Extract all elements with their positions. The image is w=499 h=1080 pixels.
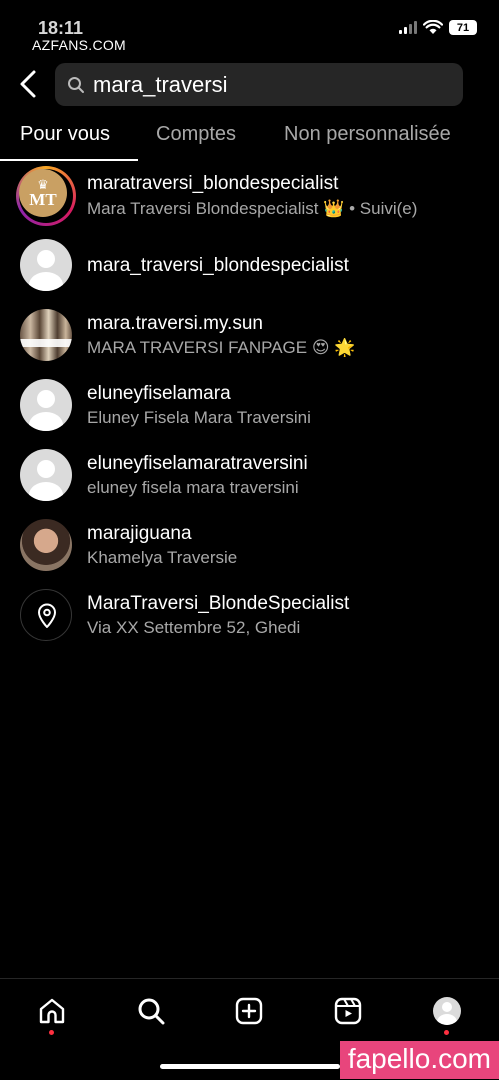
wifi-icon [423,20,443,34]
search-input[interactable] [93,63,453,106]
result-subtitle: Eluney Fisela Mara Traversini [87,408,311,427]
search-icon [138,998,165,1025]
list-item[interactable]: mara.traversi.my.sun MARA TRAVERSI FANPA… [0,309,499,365]
nav-reels-button[interactable] [331,994,365,1028]
home-icon [39,998,65,1024]
home-indicator [160,1064,340,1069]
active-tab-indicator [0,159,138,161]
chevron-left-icon [20,70,36,98]
reels-icon [334,997,362,1025]
result-username: mara.traversi.my.sun [87,313,263,334]
battery-indicator: 71 [449,20,477,35]
cellular-signal-icon [399,21,417,34]
avatar [20,309,72,361]
tab-not-personalized[interactable]: Non personnalisée [284,123,451,146]
notification-dot [444,1030,449,1035]
nav-profile-button[interactable] [430,994,464,1028]
list-item[interactable]: eluneyfiselamaratraversini eluney fisela… [0,449,499,505]
result-subtitle: eluney fisela mara traversini [87,478,299,497]
result-username: marajiguana [87,523,192,544]
search-box[interactable] [55,63,463,106]
location-pin-icon [38,603,56,628]
watermark-bottom: fapello.com [339,1041,499,1079]
result-subtitle: MARA TRAVERSI FANPAGE 😍 🌟 [87,338,356,357]
result-username: mara_traversi_blondespecialist [87,255,349,276]
result-subtitle: Khamelya Traversie [87,548,238,567]
nav-search-button[interactable] [134,994,168,1028]
result-subtitle: Via XX Settembre 52, Ghedi [87,618,301,637]
search-tabs: Pour vous Comptes Non personnalisée [0,113,499,161]
result-subtitle: Mara Traversi Blondespecialist 👑 • Suivi… [87,199,418,218]
tab-accounts[interactable]: Comptes [156,123,236,146]
tab-for-you[interactable]: Pour vous [20,123,110,146]
status-bar: 18:11 AZFANS.COM 71 [0,0,499,56]
list-item[interactable]: mara_traversi_blondespecialist [0,239,499,295]
nav-home-button[interactable] [35,994,69,1028]
avatar [20,449,72,501]
list-item[interactable]: eluneyfiselamara Eluney Fisela Mara Trav… [0,379,499,435]
result-username: eluneyfiselamaratraversini [87,453,308,474]
search-row [0,62,499,106]
search-icon [68,77,84,93]
avatar-logo-text: MT [29,189,57,209]
notification-dot [49,1030,54,1035]
avatar [20,379,72,431]
bottom-divider [0,978,499,979]
create-post-icon [235,997,263,1025]
avatar-banner [20,339,72,347]
location-avatar [20,589,72,641]
result-username: eluneyfiselamara [87,383,231,404]
back-button[interactable] [14,66,44,102]
watermark-top: AZFANS.COM [32,37,127,53]
story-ring: ♛ MT [16,166,76,226]
avatar [20,519,72,571]
status-time: 18:11 [38,18,84,38]
status-icons: 71 [399,20,477,35]
result-username: maratraversi_blondespecialist [87,173,339,194]
bottom-nav [0,980,499,1050]
avatar [20,239,72,291]
list-item[interactable]: ♛ MT maratraversi_blondespecialist Mara … [0,166,499,226]
profile-avatar [433,997,461,1025]
avatar: ♛ MT [19,169,67,217]
list-item[interactable]: marajiguana Khamelya Traversie [0,519,499,575]
nav-create-button[interactable] [232,994,266,1028]
result-username: MaraTraversi_BlondeSpecialist [87,593,350,614]
list-item[interactable]: MaraTraversi_BlondeSpecialist Via XX Set… [0,589,499,645]
crown-icon: ♛ [37,176,49,192]
